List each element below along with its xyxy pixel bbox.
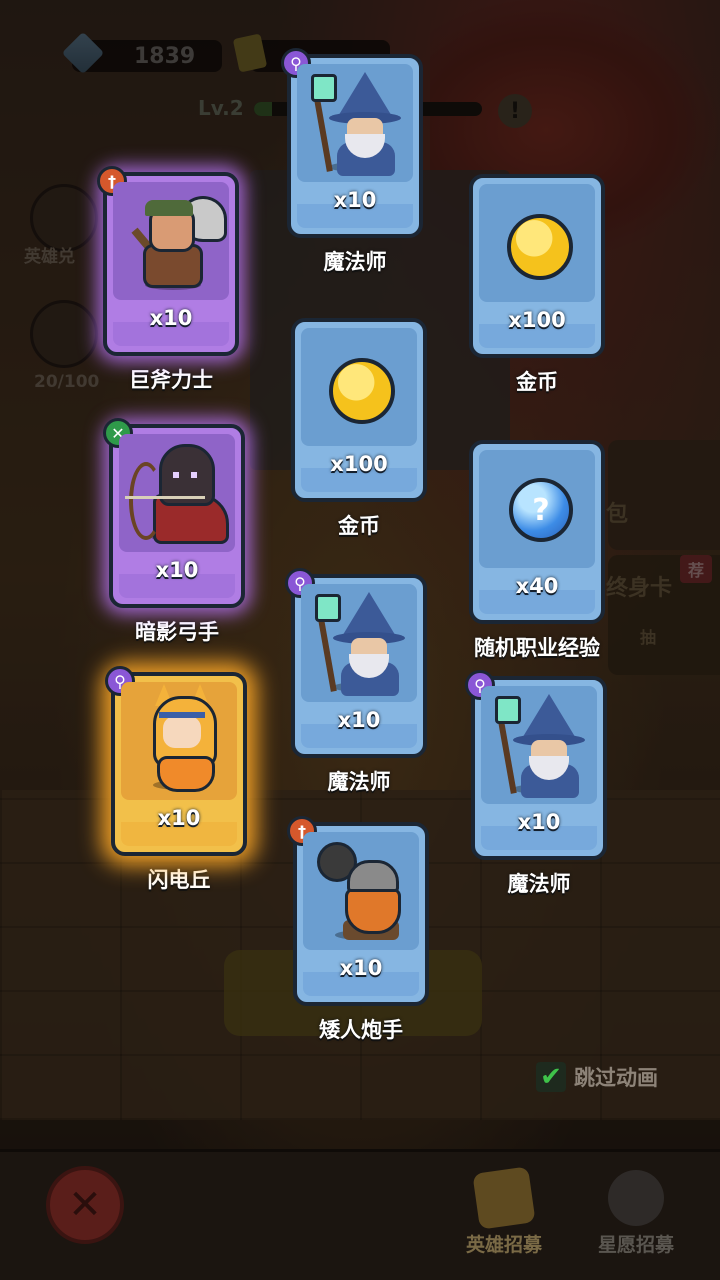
close-button[interactable]: ✕ xyxy=(46,1166,124,1244)
skip-animation-checkbox[interactable]: ✔ xyxy=(536,1062,566,1092)
skip-animation-label: 跳过动画 xyxy=(574,1066,658,1090)
reward-card-wrap[interactable]: ⚲ x10 闪电丘 xyxy=(94,666,264,894)
reward-name: 巨斧力士 xyxy=(129,368,213,392)
reward-card-wrap[interactable]: ✕ x10 暗影弓手 xyxy=(92,418,262,646)
reward-count: x10 xyxy=(157,806,201,830)
reward-card[interactable]: ✕ x10 xyxy=(103,418,245,608)
card-art xyxy=(303,832,419,950)
reward-card[interactable]: ⚲ x10 xyxy=(105,666,247,856)
checkmark-icon: ✔ xyxy=(540,1062,562,1092)
reward-name: 金币 xyxy=(338,514,380,538)
reward-card-wrap[interactable]: ? x40 随机职业经验 xyxy=(452,440,622,662)
wish-recruit-label: 星愿招募 xyxy=(597,1234,674,1256)
card-art xyxy=(297,64,413,182)
reward-name: 魔法师 xyxy=(507,872,571,896)
reward-name: 金币 xyxy=(516,370,558,394)
reward-card[interactable]: † x10 xyxy=(97,166,239,356)
reward-count: x10 xyxy=(339,956,383,980)
card-art xyxy=(113,182,229,300)
reward-name: 魔法师 xyxy=(327,770,391,794)
card-art xyxy=(301,328,417,446)
reward-count: x10 xyxy=(333,188,377,212)
reward-card[interactable]: ⚲ x10 xyxy=(285,568,427,758)
reward-count: x10 xyxy=(337,708,381,732)
reward-card-wrap[interactable]: x100 金币 xyxy=(274,318,444,540)
reward-name: 闪电丘 xyxy=(147,868,211,892)
reward-card-wrap[interactable]: † x10 巨斧力士 xyxy=(86,166,256,394)
reward-card[interactable]: x100 xyxy=(469,174,605,358)
close-icon: ✕ xyxy=(68,1182,102,1228)
reward-card-wrap[interactable]: † x10 矮人炮手 xyxy=(276,816,446,1044)
reward-name: 魔法师 xyxy=(323,250,387,274)
card-art: ? xyxy=(479,450,595,568)
reward-count: x40 xyxy=(515,574,559,598)
skip-animation-toggle[interactable]: ✔ 跳过动画 xyxy=(536,1062,658,1092)
reward-card[interactable]: x100 xyxy=(291,318,427,502)
reward-name: 随机职业经验 xyxy=(474,636,600,660)
reward-count: x10 xyxy=(149,306,193,330)
hero-recruit-label: 英雄招募 xyxy=(465,1234,542,1256)
wish-recruit-tab[interactable]: 星愿招募 xyxy=(576,1170,696,1262)
reward-name: 矮人炮手 xyxy=(319,1018,403,1042)
reward-card-wrap[interactable]: ⚲ x10 魔法师 xyxy=(270,48,440,276)
wish-crown-icon xyxy=(608,1170,664,1226)
reward-name: 暗影弓手 xyxy=(135,620,219,644)
reward-count: x100 xyxy=(330,452,388,476)
card-art xyxy=(119,434,235,552)
card-art xyxy=(481,686,597,804)
card-art xyxy=(479,184,595,302)
reward-count: x100 xyxy=(508,308,566,332)
hero-recruit-tab[interactable]: 英雄招募 xyxy=(444,1166,564,1262)
card-art xyxy=(121,682,237,800)
coin-icon xyxy=(507,214,573,280)
question-orb-icon: ? xyxy=(509,478,573,542)
reward-count: x10 xyxy=(155,558,199,582)
reward-card-wrap[interactable]: ⚲ x10 魔法师 xyxy=(274,568,444,796)
reward-card[interactable]: ? x40 xyxy=(469,440,605,624)
reward-card[interactable]: ⚲ x10 xyxy=(281,48,423,238)
reward-card[interactable]: † x10 xyxy=(287,816,429,1006)
card-art xyxy=(301,584,417,702)
coin-icon xyxy=(329,358,395,424)
reward-card-wrap[interactable]: x100 金币 xyxy=(452,174,622,396)
reward-card[interactable]: ⚲ x10 xyxy=(465,670,607,860)
reward-count: x10 xyxy=(517,810,561,834)
reward-card-wrap[interactable]: ⚲ x10 魔法师 xyxy=(454,670,624,898)
recruit-card-icon xyxy=(472,1166,536,1230)
